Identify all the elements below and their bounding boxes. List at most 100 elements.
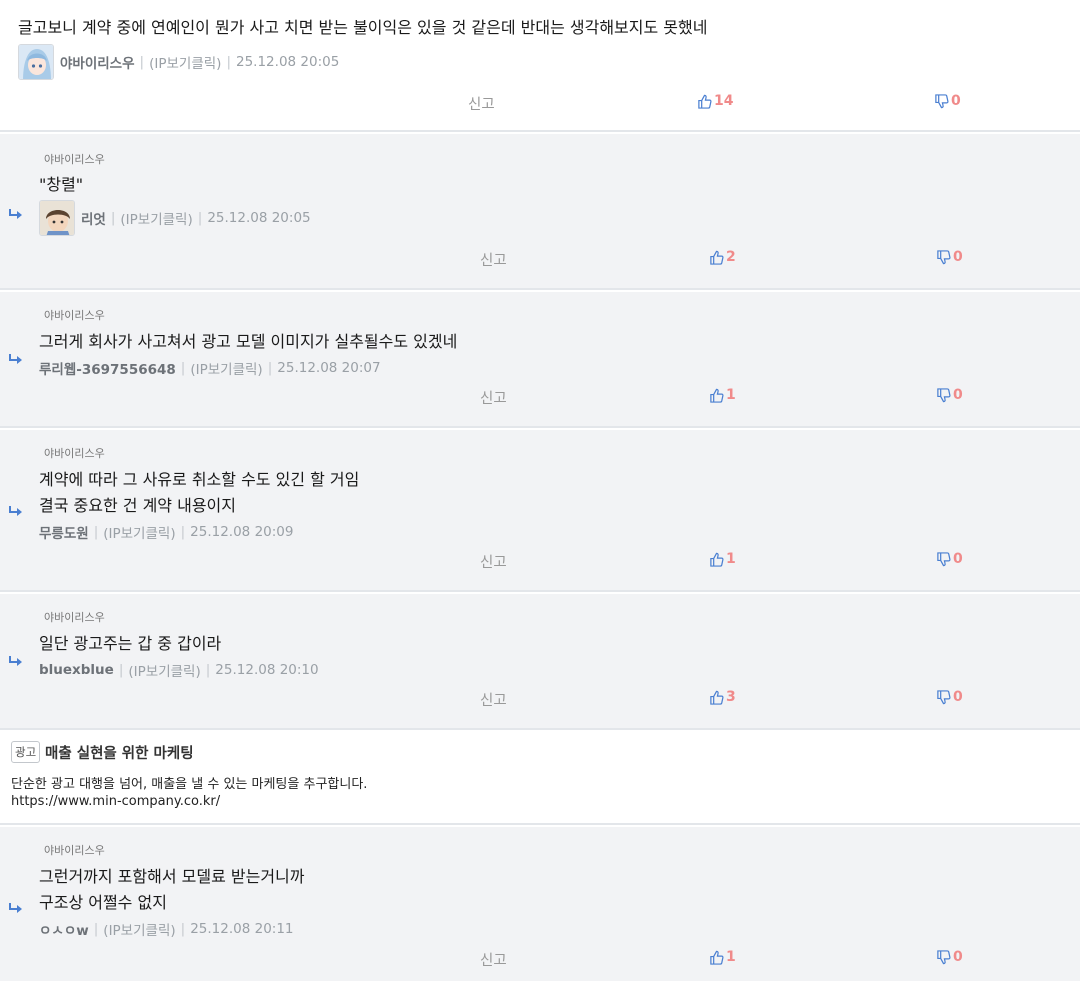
like-count: 1 bbox=[726, 551, 736, 567]
reply-text: 결국 중요한 건 계약 내용이지 bbox=[39, 496, 236, 515]
comment-date: 25.12.08 20:05 bbox=[236, 54, 340, 70]
thumbs-up-icon bbox=[710, 950, 724, 965]
dislike-count: 0 bbox=[953, 689, 963, 705]
reply-meta: ㅇㅅㅇw | (IP보기클릭) | 25.12.08 20:11 bbox=[39, 919, 294, 939]
avatar[interactable] bbox=[18, 44, 54, 80]
reply-arrow-icon bbox=[9, 209, 22, 219]
reply-target[interactable]: 야바이리스우 bbox=[44, 151, 105, 167]
reply-arrow-icon bbox=[9, 354, 22, 364]
reply-author[interactable]: 무릉도원 bbox=[39, 522, 89, 542]
like-button[interactable]: 1 bbox=[709, 387, 736, 403]
reply-date: 25.12.08 20:05 bbox=[207, 210, 311, 226]
reply-meta: 루리웹-3697556648 | (IP보기클릭) | 25.12.08 20:… bbox=[39, 358, 381, 378]
report-label: 신고 bbox=[480, 953, 507, 969]
reply-date: 25.12.08 20:11 bbox=[190, 921, 294, 937]
reply-meta: 리엇 | (IP보기클릭) | 25.12.08 20:05 bbox=[39, 200, 311, 236]
dislike-button[interactable]: 0 bbox=[936, 387, 963, 403]
reply-target[interactable]: 야바이리스우 bbox=[44, 307, 105, 323]
avatar[interactable] bbox=[39, 200, 75, 236]
reply-meta: 무릉도원 | (IP보기클릭) | 25.12.08 20:09 bbox=[39, 522, 293, 542]
dislike-button[interactable]: 0 bbox=[934, 93, 961, 109]
report-button[interactable]: 신고 bbox=[480, 249, 507, 270]
thumbs-down-icon bbox=[937, 949, 951, 964]
report-label: 신고 bbox=[468, 97, 495, 113]
reply-target[interactable]: 야바이리스우 bbox=[44, 445, 105, 461]
like-button[interactable]: 14 bbox=[697, 93, 733, 109]
dislike-count: 0 bbox=[951, 93, 961, 109]
reply-author[interactable]: ㅇㅅㅇw bbox=[39, 919, 89, 939]
like-button[interactable]: 3 bbox=[709, 689, 736, 705]
reply-target[interactable]: 야바이리스우 bbox=[44, 609, 105, 625]
meta-separator: | bbox=[93, 921, 99, 937]
reply-text: 일단 광고주는 갑 중 갑이라 bbox=[39, 634, 222, 653]
reply-author[interactable]: 리엇 bbox=[81, 208, 106, 228]
reply-date: 25.12.08 20:07 bbox=[277, 360, 381, 376]
ad-badge: 광고 bbox=[11, 741, 41, 763]
reply-item: 야바이리스우 일단 광고주는 갑 중 갑이라 bluexblue | (IP보기… bbox=[0, 594, 1080, 730]
like-count: 1 bbox=[726, 949, 736, 965]
comment-text: 글고보니 계약 중에 연예인이 뭔가 사고 치면 받는 불이익은 있을 것 같은… bbox=[18, 18, 708, 37]
report-button[interactable]: 신고 bbox=[468, 93, 495, 114]
report-button[interactable]: 신고 bbox=[480, 689, 507, 710]
like-count: 1 bbox=[726, 387, 736, 403]
report-label: 신고 bbox=[480, 693, 507, 709]
reply-author[interactable]: bluexblue bbox=[39, 662, 114, 678]
reply-text: 그런거까지 포함해서 모델료 받는거니까 bbox=[39, 867, 305, 886]
thumbs-up-icon bbox=[698, 94, 712, 109]
like-count: 3 bbox=[726, 689, 736, 705]
reply-arrow-icon bbox=[9, 506, 22, 516]
like-button[interactable]: 1 bbox=[709, 551, 736, 567]
reply-arrow-icon bbox=[9, 903, 22, 913]
meta-separator: | bbox=[180, 921, 186, 937]
reply-text: 구조상 어쩔수 없지 bbox=[39, 893, 167, 912]
comment-author[interactable]: 야바이리스우 bbox=[60, 52, 135, 72]
ip-link[interactable]: (IP보기클릭) bbox=[128, 660, 200, 680]
meta-separator: | bbox=[180, 524, 186, 540]
ad-title[interactable]: 매출 실현을 위한 마케팅 bbox=[45, 742, 194, 763]
meta-separator: | bbox=[110, 210, 116, 226]
dislike-count: 0 bbox=[953, 387, 963, 403]
reply-author[interactable]: 루리웹-3697556648 bbox=[39, 358, 176, 378]
report-button[interactable]: 신고 bbox=[480, 387, 507, 408]
dislike-button[interactable]: 0 bbox=[936, 689, 963, 705]
dislike-button[interactable]: 0 bbox=[936, 949, 963, 965]
reply-text: 계약에 따라 그 사유로 취소할 수도 있긴 할 거임 bbox=[39, 470, 360, 489]
dislike-button[interactable]: 0 bbox=[936, 551, 963, 567]
reply-item: 야바이리스우 계약에 따라 그 사유로 취소할 수도 있긴 할 거임 결국 중요… bbox=[0, 430, 1080, 592]
meta-separator: | bbox=[197, 210, 203, 226]
thumbs-up-icon bbox=[710, 690, 724, 705]
like-button[interactable]: 1 bbox=[709, 949, 736, 965]
meta-separator: | bbox=[205, 662, 211, 678]
reply-text: 그러게 회사가 사고쳐서 광고 모델 이미지가 실추될수도 있겠네 bbox=[39, 332, 458, 351]
meta-separator: | bbox=[226, 54, 231, 70]
ip-link[interactable]: (IP보기클릭) bbox=[149, 52, 221, 72]
reply-text: "창렬" bbox=[39, 175, 84, 194]
thumbs-down-icon bbox=[937, 551, 951, 566]
dislike-button[interactable]: 0 bbox=[936, 249, 963, 265]
thumbs-up-icon bbox=[710, 552, 724, 567]
thumbs-down-icon bbox=[935, 93, 949, 108]
ip-link[interactable]: (IP보기클릭) bbox=[103, 919, 175, 939]
dislike-count: 0 bbox=[953, 249, 963, 265]
ip-link[interactable]: (IP보기클릭) bbox=[120, 208, 192, 228]
report-button[interactable]: 신고 bbox=[480, 949, 507, 970]
ip-link[interactable]: (IP보기클릭) bbox=[190, 358, 262, 378]
report-label: 신고 bbox=[480, 391, 507, 407]
ad-url[interactable]: https://www.min-company.co.kr/ bbox=[11, 794, 220, 809]
report-label: 신고 bbox=[480, 555, 507, 571]
ad-block[interactable]: 광고 매출 실현을 위한 마케팅 단순한 광고 대행을 넘어, 매출을 낼 수 … bbox=[0, 730, 1080, 825]
like-count: 14 bbox=[714, 93, 734, 109]
like-button[interactable]: 2 bbox=[709, 249, 736, 265]
thumbs-down-icon bbox=[937, 387, 951, 402]
meta-separator: | bbox=[139, 54, 145, 70]
comment-meta: 야바이리스우 | (IP보기클릭) | 25.12.08 20:05 bbox=[18, 44, 339, 80]
like-count: 2 bbox=[726, 249, 736, 265]
ip-link[interactable]: (IP보기클릭) bbox=[103, 522, 175, 542]
report-button[interactable]: 신고 bbox=[480, 551, 507, 572]
dislike-count: 0 bbox=[953, 551, 963, 567]
reply-item: 야바이리스우 그러게 회사가 사고쳐서 광고 모델 이미지가 실추될수도 있겠네… bbox=[0, 292, 1080, 428]
ad-description: 단순한 광고 대행을 넘어, 매출을 낼 수 있는 마케팅을 추구합니다. bbox=[11, 777, 368, 792]
meta-separator: | bbox=[180, 360, 186, 376]
reply-date: 25.12.08 20:10 bbox=[215, 662, 319, 678]
reply-target[interactable]: 야바이리스우 bbox=[44, 842, 105, 858]
